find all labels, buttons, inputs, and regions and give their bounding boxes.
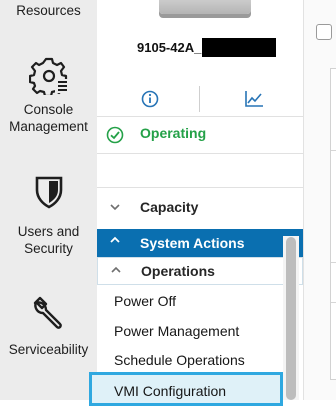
section-capacity-label: Capacity: [140, 199, 199, 215]
menu-item-vmi-label: VMI Configuration: [114, 383, 227, 399]
status-row: Operating: [97, 116, 303, 154]
redaction-block: [202, 38, 277, 57]
section-operations[interactable]: Operations: [97, 257, 303, 285]
server-detail-panel: 9105-42A_ Operating Capacity System Acti…: [89, 0, 303, 406]
tab-chart[interactable]: [244, 90, 264, 113]
menu-item-power-off[interactable]: Power Off: [114, 293, 176, 309]
chevron-up-icon: [111, 266, 121, 273]
divider-line: [331, 150, 336, 151]
status-text: Operating: [140, 125, 207, 141]
chevron-up-icon: [110, 236, 120, 243]
section-operations-label: Operations: [141, 263, 215, 279]
server-name: 9105-42A_: [137, 38, 277, 57]
menu-item-power-management[interactable]: Power Management: [114, 323, 239, 339]
nav-item-serviceability[interactable]: Serviceability: [0, 295, 97, 358]
chevron-down-icon: [110, 204, 120, 211]
nav-label-users-security: Users and Security: [17, 224, 80, 256]
nav-item-console-management[interactable]: Console Management: [0, 55, 97, 135]
check-circle-icon: [106, 126, 124, 144]
nav-item-resources[interactable]: Resources: [0, 2, 97, 19]
right-panel-edge: [330, 68, 336, 380]
gear-list-icon: [28, 57, 69, 95]
section-system-actions-label: System Actions: [140, 235, 245, 251]
left-navigation: Resources Console Management Users and S…: [0, 0, 98, 400]
info-icon: [141, 90, 159, 108]
divider-line: [331, 302, 336, 303]
select-checkbox[interactable]: [316, 24, 332, 40]
section-system-actions[interactable]: System Actions: [97, 229, 303, 257]
divider-line: [331, 262, 336, 263]
nav-label-serviceability: Serviceability: [8, 342, 89, 357]
shield-icon: [35, 176, 62, 209]
nav-label-resources: Resources: [16, 3, 81, 18]
scrollbar-thumb[interactable]: [286, 237, 296, 400]
nav-label-console-management: Console Management: [9, 102, 88, 134]
menu-item-vmi-configuration[interactable]: VMI Configuration: [89, 372, 283, 406]
menu-item-schedule-operations[interactable]: Schedule Operations: [114, 352, 245, 368]
tab-divider: [199, 86, 200, 112]
section-capacity[interactable]: Capacity: [97, 192, 303, 222]
blank-row: [97, 152, 303, 188]
server-name-text: 9105-42A_: [137, 40, 202, 55]
wrench-icon: [33, 296, 62, 329]
chart-icon: [245, 91, 263, 107]
tab-info[interactable]: [141, 90, 159, 113]
nav-item-users-security[interactable]: Users and Security: [0, 175, 97, 257]
server-image: [159, 0, 251, 14]
